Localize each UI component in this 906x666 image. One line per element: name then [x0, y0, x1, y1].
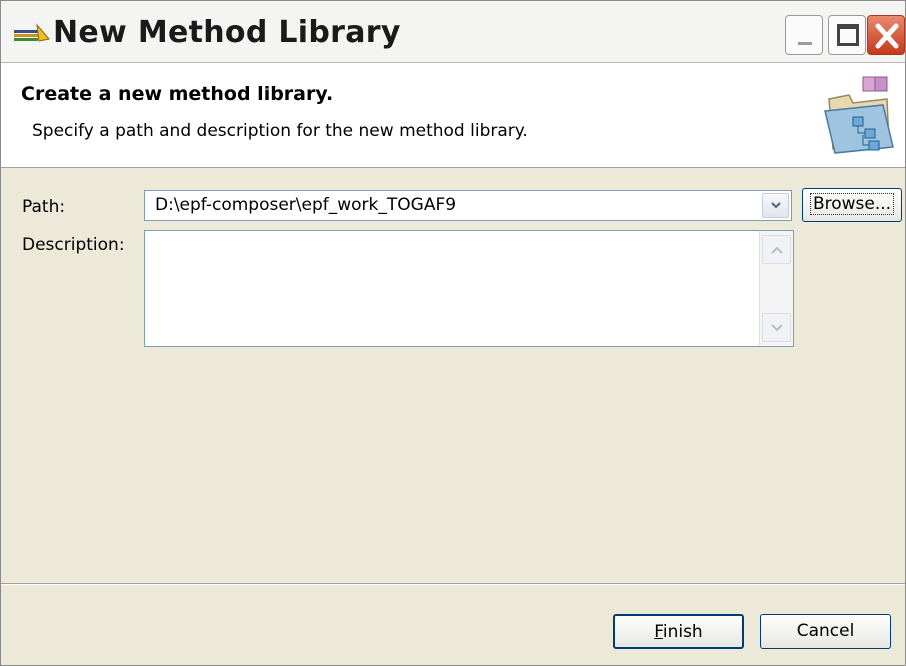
- chevron-up-icon: [771, 246, 783, 254]
- maximize-button[interactable]: [828, 15, 866, 55]
- finish-mnemonic: F: [654, 622, 663, 642]
- description-textarea[interactable]: [144, 230, 794, 347]
- path-value[interactable]: D:\epf-composer\epf_work_TOGAF9: [155, 195, 456, 215]
- chevron-down-icon: [771, 324, 783, 332]
- window-title: New Method Library: [53, 15, 401, 50]
- path-label: Path:: [22, 197, 66, 217]
- path-combobox[interactable]: D:\epf-composer\epf_work_TOGAF9: [144, 190, 792, 221]
- dialog-banner: Create a new method library. Specify a p…: [1, 63, 905, 168]
- method-library-icon: [14, 23, 50, 42]
- library-folder-icon: [824, 76, 894, 154]
- title-bar[interactable]: New Method Library: [1, 1, 905, 63]
- new-method-library-dialog: New Method Library Create a new method l…: [0, 0, 906, 666]
- description-label: Description:: [22, 235, 125, 255]
- minimize-icon: [798, 42, 812, 45]
- browse-label: Browse...: [809, 193, 895, 215]
- close-button[interactable]: [867, 15, 905, 55]
- finish-label: inish: [662, 622, 703, 642]
- path-dropdown-button[interactable]: [762, 193, 789, 218]
- minimize-button[interactable]: [785, 15, 823, 55]
- scroll-down-button[interactable]: [762, 313, 791, 342]
- footer-separator: [1, 583, 905, 585]
- finish-button[interactable]: Finish: [613, 614, 744, 649]
- browse-button[interactable]: Browse...: [802, 188, 902, 222]
- chevron-down-icon: [771, 202, 781, 209]
- maximize-icon: [837, 24, 859, 46]
- close-icon: [875, 23, 899, 49]
- banner-title: Create a new method library.: [21, 83, 334, 105]
- scroll-up-button[interactable]: [762, 235, 791, 264]
- cancel-button[interactable]: Cancel: [760, 614, 891, 649]
- description-scrollbar[interactable]: [759, 231, 793, 346]
- banner-description: Specify a path and description for the n…: [32, 121, 528, 141]
